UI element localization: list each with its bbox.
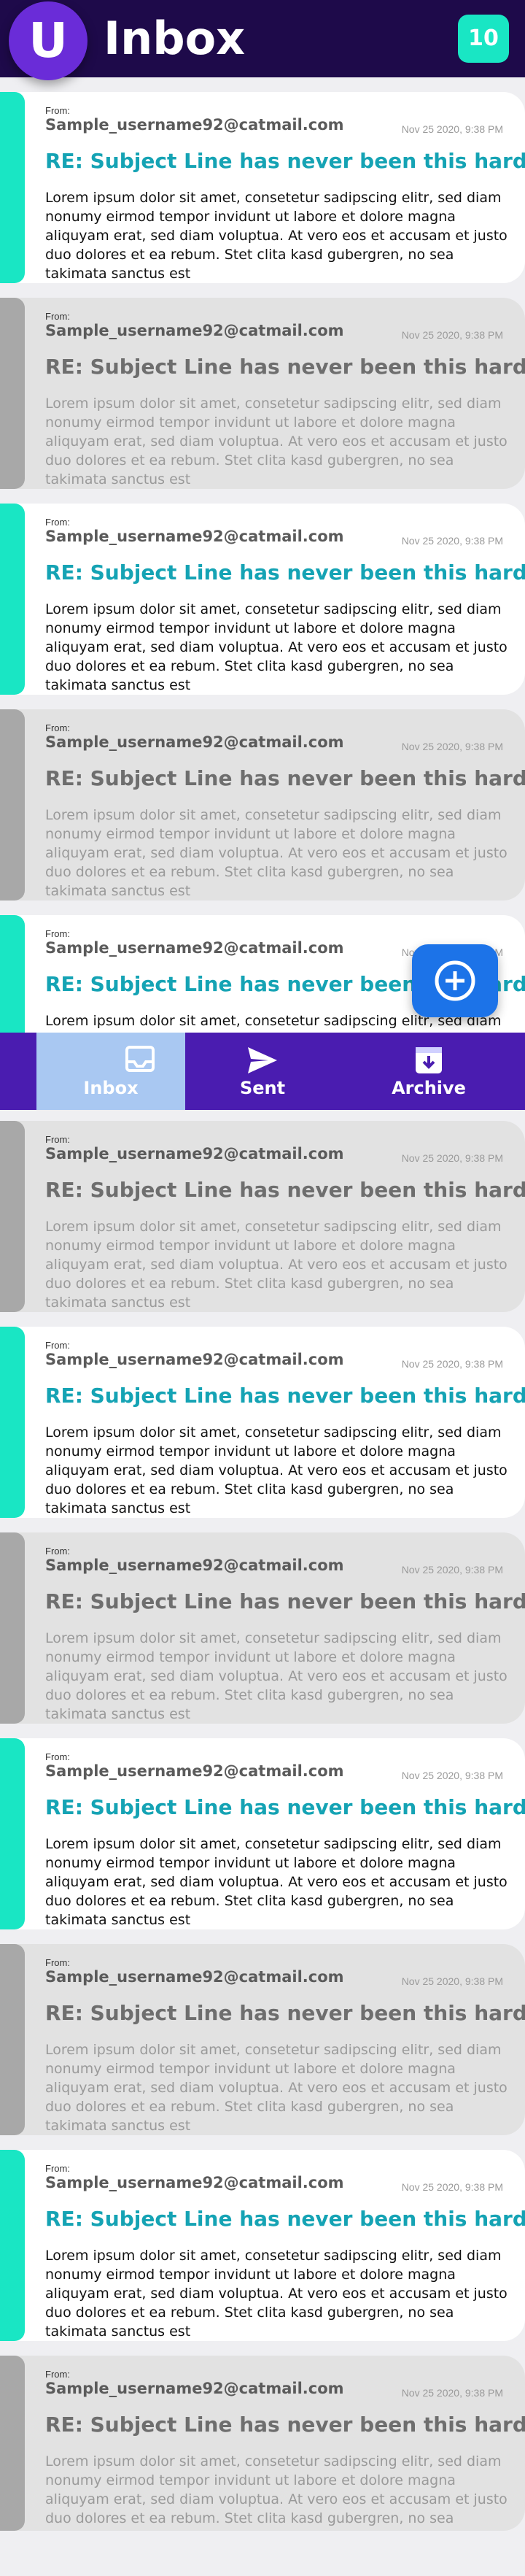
email-subject: RE: Subject Line has never been this har… xyxy=(45,560,525,585)
email-subject: RE: Subject Line has never been this har… xyxy=(45,2207,525,2231)
email-preview: Lorem ipsum dolor sit amet, consetetur s… xyxy=(45,1424,508,1516)
email-subject: RE: Subject Line has never been this har… xyxy=(45,355,525,379)
email-subject: RE: Subject Line has never been this har… xyxy=(45,1178,525,1202)
sender-address: Sample_username92@catmail.com xyxy=(45,733,344,751)
read-status-bar xyxy=(0,2150,25,2341)
nav-tab-archive[interactable]: Archive xyxy=(354,1033,503,1110)
from-label: From: xyxy=(45,2369,70,2380)
email-subject: RE: Subject Line has never been this har… xyxy=(45,766,525,790)
email-date: Nov 25 2020, 9:38 PM xyxy=(401,741,503,752)
nav-tab-inbox[interactable]: Inbox xyxy=(36,1033,185,1110)
email-card[interactable]: From:Sample_username92@catmail.com Nov 25… xyxy=(0,709,525,901)
sender-address: Sample_username92@catmail.com xyxy=(45,116,344,134)
from-label: From: xyxy=(45,311,70,322)
email-subject: RE: Subject Line has never been this har… xyxy=(45,149,525,173)
email-date: Nov 25 2020, 9:38 PM xyxy=(401,1975,503,1987)
email-card[interactable]: From:Sample_username92@catmail.com Nov 25… xyxy=(0,298,525,489)
read-status-bar xyxy=(0,1121,25,1312)
nav-label-archive: Archive xyxy=(392,1078,466,1098)
email-preview: Lorem ipsum dolor sit amet, consetetur s… xyxy=(45,2042,508,2134)
sender-address: Sample_username92@catmail.com xyxy=(45,1351,344,1368)
from-label: From: xyxy=(45,105,70,116)
email-card[interactable]: From:Sample_username92@catmail.com Nov 25… xyxy=(0,1327,525,1518)
from-label: From: xyxy=(45,1546,70,1557)
from-label: From: xyxy=(45,2163,70,2174)
bottom-nav: Inbox Sent Archive xyxy=(0,1033,525,1110)
email-card[interactable]: From:Sample_username92@catmail.com Nov 25… xyxy=(0,92,525,283)
sender-address: Sample_username92@catmail.com xyxy=(45,2174,344,2191)
email-preview: Lorem ipsum dolor sit amet, consetetur s… xyxy=(45,601,508,693)
email-date: Nov 25 2020, 9:38 PM xyxy=(401,1564,503,1576)
read-status-bar xyxy=(0,298,25,489)
sender-address: Sample_username92@catmail.com xyxy=(45,2380,344,2397)
email-card[interactable]: From:Sample_username92@catmail.com Nov 25… xyxy=(0,2356,525,2531)
sender-address: Sample_username92@catmail.com xyxy=(45,1968,344,1986)
email-card[interactable]: From:Sample_username92@catmail.com Nov 25… xyxy=(0,1121,525,1312)
email-preview: Lorem ipsum dolor sit amet, consetetur s… xyxy=(45,2453,508,2531)
sender-address: Sample_username92@catmail.com xyxy=(45,322,344,339)
unread-count-badge: 10 xyxy=(458,15,509,63)
email-preview: Lorem ipsum dolor sit amet, consetetur s… xyxy=(45,396,508,487)
from-label: From: xyxy=(45,928,70,939)
sender-address: Sample_username92@catmail.com xyxy=(45,1557,344,1574)
sender-address: Sample_username92@catmail.com xyxy=(45,528,344,545)
read-status-bar xyxy=(0,1944,25,2135)
email-card[interactable]: From:Sample_username92@catmail.com Nov 25… xyxy=(0,1944,525,2135)
send-icon xyxy=(248,1047,277,1073)
app-header: U Inbox 10 xyxy=(0,0,525,80)
email-subject: RE: Subject Line has never been this har… xyxy=(45,1795,525,1819)
from-label: From: xyxy=(45,1340,70,1351)
plus-circle-icon xyxy=(435,960,475,1001)
email-card[interactable]: From:Sample_username92@catmail.com Nov 25… xyxy=(0,504,525,695)
email-date: Nov 25 2020, 9:38 PM xyxy=(401,2181,503,2193)
email-preview: Lorem ipsum dolor sit amet, consetetur s… xyxy=(45,1836,508,1928)
email-date: Nov 25 2020, 9:38 PM xyxy=(401,2387,503,2399)
read-status-bar xyxy=(0,504,25,695)
email-date: Nov 25 2020, 9:38 PM xyxy=(401,535,503,547)
sender-address: Sample_username92@catmail.com xyxy=(45,1145,344,1162)
compose-button[interactable] xyxy=(412,944,498,1017)
email-subject: RE: Subject Line has never been this har… xyxy=(45,1384,525,1408)
read-status-bar xyxy=(0,92,25,283)
email-preview: Lorem ipsum dolor sit amet, consetetur s… xyxy=(45,2248,508,2340)
sender-address: Sample_username92@catmail.com xyxy=(45,1762,344,1780)
email-preview: Lorem ipsum dolor sit amet, consetetur s… xyxy=(45,1630,508,1722)
read-status-bar xyxy=(0,709,25,901)
avatar[interactable]: U xyxy=(9,1,88,80)
email-card[interactable]: From:Sample_username92@catmail.com Nov 25… xyxy=(0,1532,525,1724)
archive-icon xyxy=(416,1047,442,1073)
read-status-bar xyxy=(0,1738,25,1929)
inbox-icon xyxy=(125,1046,155,1072)
nav-label-inbox: Inbox xyxy=(83,1078,139,1098)
email-date: Nov 25 2020, 9:38 PM xyxy=(401,1152,503,1164)
email-card[interactable]: From:Sample_username92@catmail.com Nov 25… xyxy=(0,1738,525,1929)
email-card[interactable]: From:Sample_username92@catmail.com Nov 25… xyxy=(0,2150,525,2341)
sender-address: Sample_username92@catmail.com xyxy=(45,939,344,957)
from-label: From: xyxy=(45,722,70,733)
email-date: Nov 25 2020, 9:38 PM xyxy=(401,123,503,135)
from-label: From: xyxy=(45,1751,70,1762)
email-preview: Lorem ipsum dolor sit amet, consetetur s… xyxy=(45,1219,508,1311)
email-subject: RE: Subject Line has never been this har… xyxy=(45,2413,525,2437)
from-label: From: xyxy=(45,517,70,528)
from-label: From: xyxy=(45,1134,70,1145)
email-date: Nov 25 2020, 9:38 PM xyxy=(401,1358,503,1370)
read-status-bar xyxy=(0,1327,25,1518)
email-subject: RE: Subject Line has never been this har… xyxy=(45,2001,525,2025)
nav-label-sent: Sent xyxy=(239,1078,286,1098)
nav-tab-sent[interactable]: Sent xyxy=(188,1033,337,1110)
page-title: Inbox xyxy=(104,12,246,65)
email-preview: Lorem ipsum dolor sit amet, consetetur s… xyxy=(45,190,508,282)
from-label: From: xyxy=(45,1957,70,1968)
email-preview: Lorem ipsum dolor sit amet, consetetur s… xyxy=(45,807,508,899)
email-date: Nov 25 2020, 9:38 PM xyxy=(401,329,503,341)
read-status-bar xyxy=(0,1532,25,1724)
email-subject: RE: Subject Line has never been this har… xyxy=(45,1589,525,1613)
email-date: Nov 25 2020, 9:38 PM xyxy=(401,1770,503,1781)
read-status-bar xyxy=(0,2356,25,2531)
